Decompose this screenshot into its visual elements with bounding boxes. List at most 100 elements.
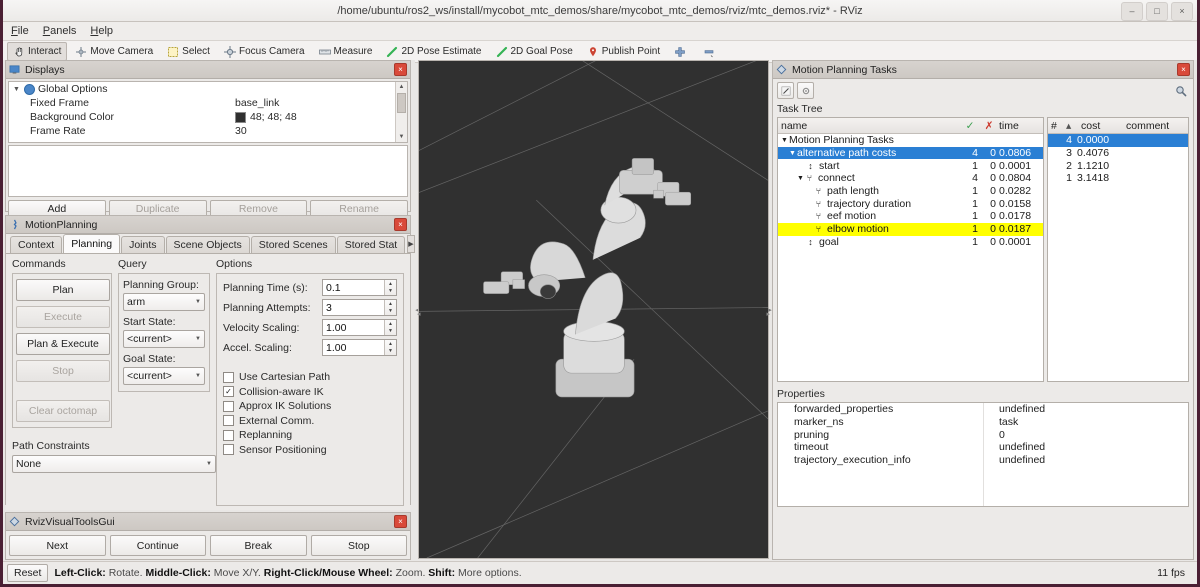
- table-row[interactable]: 1 3.1418: [1048, 172, 1188, 185]
- tab-scroll-right-icon[interactable]: ▶: [407, 235, 415, 253]
- displays-scrollbar[interactable]: ▲ ▼: [395, 82, 407, 142]
- tool-2d-goal-pose[interactable]: 2D Goal Pose: [490, 42, 579, 61]
- display-property-row[interactable]: Background Color 48; 48; 48: [9, 110, 407, 124]
- property-value[interactable]: undefined: [999, 441, 1188, 453]
- expander-icon[interactable]: ▼: [796, 175, 805, 182]
- tab-planning[interactable]: Planning: [63, 234, 121, 253]
- accel-scaling-value[interactable]: 1.00: [323, 342, 384, 354]
- tool-focus-camera[interactable]: Focus Camera: [218, 42, 311, 61]
- magnifier-icon[interactable]: [1172, 82, 1189, 99]
- tab-scene-objects[interactable]: Scene Objects: [165, 236, 250, 253]
- properties-table[interactable]: forwarded_properties undefined marker_ns…: [777, 402, 1189, 507]
- display-property-row[interactable]: Fixed Frame base_link: [9, 96, 407, 110]
- maximize-button[interactable]: □: [1146, 2, 1168, 21]
- continue-button[interactable]: Continue: [109, 535, 206, 556]
- approx-ik-solutions-checkbox[interactable]: Approx IK Solutions: [223, 400, 397, 412]
- table-row[interactable]: ⑂ eef motion 1 0 0.0178: [778, 210, 1043, 223]
- tool-measure[interactable]: Measure: [313, 42, 379, 61]
- table-row[interactable]: 2 1.1210: [1048, 159, 1188, 172]
- stepper-down-icon[interactable]: ▼: [385, 328, 396, 336]
- property-value[interactable]: undefined: [999, 454, 1188, 466]
- table-row[interactable]: ↕ start 1 0 0.0001: [778, 159, 1043, 172]
- menu-item-panels[interactable]: Panels: [43, 25, 77, 37]
- collision-aware-ik-checkbox[interactable]: ✓ Collision-aware IK: [223, 386, 397, 398]
- planning-time-value[interactable]: 0.1: [323, 282, 384, 294]
- external-comm-checkbox[interactable]: External Comm.: [223, 415, 397, 427]
- cost-header-comment[interactable]: comment: [1123, 120, 1188, 132]
- replanning-checkbox[interactable]: Replanning: [223, 429, 397, 441]
- property-value[interactable]: task: [999, 416, 1188, 428]
- planning-attempts-value[interactable]: 3: [323, 302, 384, 314]
- break-button[interactable]: Break: [210, 535, 307, 556]
- tasks-close-icon[interactable]: ×: [1177, 63, 1190, 76]
- tab-stored-scenes[interactable]: Stored Scenes: [250, 236, 336, 253]
- velocity-scaling-stepper[interactable]: 1.00 ▲ ▼: [322, 319, 397, 336]
- expander-icon[interactable]: ▼: [13, 86, 21, 93]
- tab-stored-states[interactable]: Stored Stat: [336, 236, 406, 253]
- stepper-up-icon[interactable]: ▲: [385, 300, 396, 308]
- table-row[interactable]: ↕ goal 1 0 0.0001: [778, 236, 1043, 249]
- minimize-button[interactable]: –: [1121, 2, 1143, 21]
- table-row[interactable]: ▼ alternative path costs 4 0 0.0806: [778, 146, 1043, 160]
- tree-header-success-icon[interactable]: ✓: [958, 120, 979, 132]
- property-value[interactable]: 0: [999, 429, 1188, 441]
- display-root-row[interactable]: ▼ Global Options: [9, 82, 407, 96]
- scroll-down-icon[interactable]: ▼: [396, 132, 407, 142]
- solutions-table[interactable]: # ▴ cost comment 4 0.0000 3 0.4076 2 1.1…: [1047, 117, 1189, 382]
- task-tree[interactable]: name ✓ ✗ time ▼ Motion Planning Tasks ▼ …: [777, 117, 1044, 382]
- cost-header-cost[interactable]: cost: [1078, 120, 1123, 132]
- tool-interact[interactable]: Interact: [7, 42, 68, 61]
- planning-attempts-stepper[interactable]: 3 ▲ ▼: [322, 299, 397, 316]
- plan-button[interactable]: Plan: [16, 279, 110, 301]
- frame-rate-value[interactable]: 30: [235, 125, 407, 137]
- table-row[interactable]: ▼ Motion Planning Tasks: [778, 134, 1043, 147]
- plan-execute-button[interactable]: Plan & Execute: [16, 333, 110, 355]
- tool-publish-point[interactable]: Publish Point: [581, 42, 666, 61]
- motion-planning-close-icon[interactable]: ×: [394, 218, 407, 231]
- accel-scaling-stepper[interactable]: 1.00 ▲ ▼: [322, 339, 397, 356]
- reset-button[interactable]: Reset: [7, 564, 49, 582]
- expander-icon[interactable]: ▼: [780, 137, 789, 144]
- use-cartesian-path-checkbox[interactable]: Use Cartesian Path: [223, 371, 397, 383]
- sensor-positioning-checkbox[interactable]: Sensor Positioning: [223, 444, 397, 456]
- tool-remove[interactable]: [697, 42, 724, 61]
- displays-close-icon[interactable]: ×: [394, 63, 407, 76]
- planning-group-combo[interactable]: arm ▼: [123, 293, 205, 311]
- tab-context[interactable]: Context: [10, 236, 63, 253]
- close-button[interactable]: ×: [1171, 2, 1193, 21]
- stepper-up-icon[interactable]: ▲: [385, 340, 396, 348]
- stepper-up-icon[interactable]: ▲: [385, 280, 396, 288]
- menu-item-file[interactable]: File: [11, 25, 29, 37]
- background-color-value[interactable]: 48; 48; 48: [250, 111, 297, 123]
- sort-asc-icon[interactable]: ▴: [1063, 120, 1078, 132]
- fixed-frame-value[interactable]: base_link: [235, 97, 407, 109]
- table-row[interactable]: ⑂ elbow motion 1 0 0.0187: [778, 222, 1043, 236]
- cost-header-index[interactable]: #: [1048, 120, 1063, 132]
- displays-tree[interactable]: ▼ Global Options Fixed Frame base_link B…: [8, 81, 408, 143]
- table-row[interactable]: 4 0.0000: [1048, 134, 1188, 147]
- property-value[interactable]: undefined: [999, 403, 1188, 415]
- next-button[interactable]: Next: [9, 535, 106, 556]
- tool-add[interactable]: [668, 42, 695, 61]
- tree-header-name[interactable]: name: [778, 120, 958, 132]
- exec-task-icon[interactable]: [777, 82, 794, 99]
- table-row[interactable]: ⑂ path length 1 0 0.0282: [778, 185, 1043, 198]
- tab-joints[interactable]: Joints: [121, 236, 165, 253]
- table-row[interactable]: 3 0.4076: [1048, 147, 1188, 160]
- 3d-viewport[interactable]: [418, 60, 769, 559]
- tool-select[interactable]: Select: [161, 42, 216, 61]
- background-color-swatch[interactable]: [235, 111, 246, 123]
- tool-move-camera[interactable]: Move Camera: [69, 42, 159, 61]
- tree-header-time[interactable]: time: [996, 120, 1043, 132]
- goal-state-combo[interactable]: <current> ▼: [123, 367, 205, 385]
- expander-icon[interactable]: ▼: [788, 150, 797, 157]
- scroll-up-icon[interactable]: ▲: [396, 82, 407, 92]
- stop-button[interactable]: Stop: [310, 535, 407, 556]
- velocity-scaling-value[interactable]: 1.00: [323, 322, 384, 334]
- planning-time-stepper[interactable]: 0.1 ▲ ▼: [322, 279, 397, 296]
- menu-item-help[interactable]: Help: [90, 25, 113, 37]
- table-row[interactable]: ⑂ trajectory duration 1 0 0.0158: [778, 197, 1043, 210]
- stepper-down-icon[interactable]: ▼: [385, 288, 396, 296]
- tool-2d-pose-estimate[interactable]: 2D Pose Estimate: [380, 42, 487, 61]
- settings-gear-icon[interactable]: [797, 82, 814, 99]
